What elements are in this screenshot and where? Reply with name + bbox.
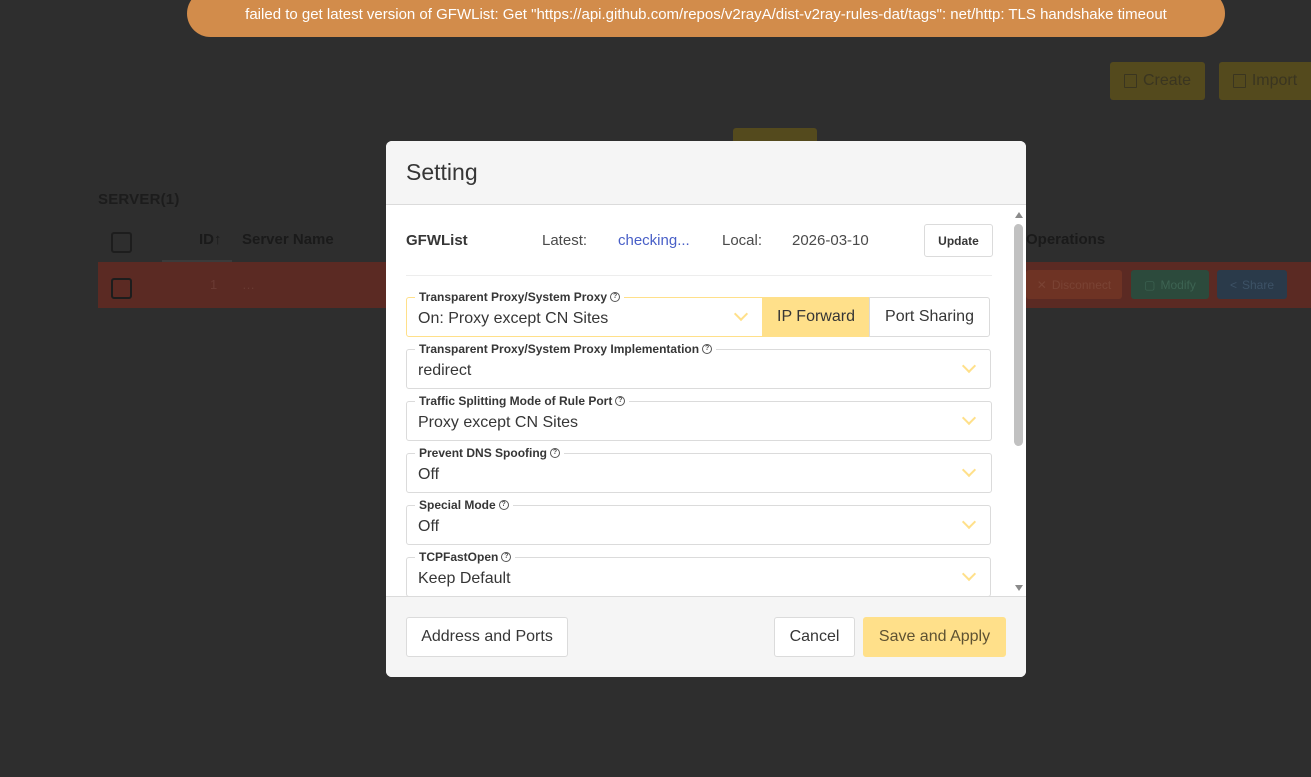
gfwlist-row: GFWList Latest: checking... Local: 2026-… bbox=[406, 224, 993, 258]
modal-scrollbar[interactable] bbox=[1012, 206, 1026, 596]
implementation-label-text: Transparent Proxy/System Proxy Implement… bbox=[419, 342, 700, 356]
modal-header: Setting bbox=[386, 141, 1026, 205]
implementation-field: redirect Transparent Proxy/System Proxy … bbox=[406, 342, 992, 389]
special-mode-label: Special Mode ? bbox=[415, 498, 513, 512]
gfwlist-title: GFWList bbox=[406, 232, 468, 249]
transparent-proxy-label-text: Transparent Proxy/System Proxy bbox=[419, 290, 608, 304]
create-button[interactable]: Create bbox=[1110, 62, 1205, 100]
server-section-title: SERVER(1) bbox=[98, 191, 180, 208]
gfwlist-divider bbox=[406, 275, 992, 276]
tcp-fast-open-field: Keep Default TCPFastOpen ? bbox=[406, 550, 992, 596]
gfwlist-local-value: 2026-03-10 bbox=[792, 232, 869, 249]
import-icon bbox=[1232, 74, 1246, 88]
ip-forward-button[interactable]: IP Forward bbox=[762, 297, 870, 337]
help-icon[interactable]: ? bbox=[610, 292, 621, 302]
sort-arrow-icon: ↑ bbox=[214, 231, 222, 248]
special-mode-field: Off Special Mode ? bbox=[406, 498, 992, 545]
row-server-name: … bbox=[242, 277, 255, 292]
create-icon bbox=[1123, 74, 1137, 88]
modify-icon: ▢ bbox=[1144, 277, 1156, 292]
row-checkbox[interactable] bbox=[111, 278, 132, 299]
modal-footer: Address and Ports Cancel Save and Apply bbox=[386, 596, 1026, 677]
modify-label: Modify bbox=[1160, 277, 1196, 292]
help-icon[interactable]: ? bbox=[498, 500, 509, 510]
share-button[interactable]: < Share bbox=[1217, 270, 1287, 299]
help-icon[interactable]: ? bbox=[550, 448, 561, 458]
splitting-field: Proxy except CN Sites Traffic Splitting … bbox=[406, 394, 992, 441]
chevron-down-icon bbox=[733, 306, 749, 322]
toast-message: failed to get latest version of GFWList:… bbox=[245, 6, 1167, 23]
splitting-label-text: Traffic Splitting Mode of Rule Port bbox=[419, 394, 613, 408]
error-toast: failed to get latest version of GFWList:… bbox=[187, 0, 1225, 37]
share-icon: < bbox=[1229, 277, 1237, 292]
disconnect-button[interactable]: ✕ Disconnect bbox=[1026, 270, 1122, 299]
settings-modal: Setting GFWList Latest: checking... Loca… bbox=[386, 141, 1026, 677]
chevron-down-icon bbox=[961, 410, 977, 426]
row-id: 1 bbox=[210, 277, 218, 292]
column-header-server-name[interactable]: Server Name bbox=[242, 231, 334, 248]
save-and-apply-button[interactable]: Save and Apply bbox=[863, 617, 1006, 657]
create-button-label: Create bbox=[1142, 72, 1192, 89]
implementation-label: Transparent Proxy/System Proxy Implement… bbox=[415, 342, 717, 356]
share-label: Share bbox=[1241, 277, 1275, 292]
dns-spoofing-label: Prevent DNS Spoofing ? bbox=[415, 446, 565, 460]
dns-spoofing-label-text: Prevent DNS Spoofing bbox=[419, 446, 548, 460]
address-ports-button[interactable]: Address and Ports bbox=[406, 617, 568, 657]
disconnect-icon: ✕ bbox=[1036, 277, 1047, 292]
import-button[interactable]: Import bbox=[1219, 62, 1311, 100]
scroll-up-arrow-icon[interactable] bbox=[1015, 212, 1023, 218]
chevron-down-icon bbox=[961, 566, 977, 582]
help-icon[interactable]: ? bbox=[501, 552, 512, 562]
splitting-value: Proxy except CN Sites bbox=[418, 414, 579, 431]
special-mode-value: Off bbox=[418, 518, 440, 535]
dns-spoofing-field: Off Prevent DNS Spoofing ? bbox=[406, 446, 992, 493]
implementation-value: redirect bbox=[418, 362, 472, 379]
tcp-fast-open-label-text: TCPFastOpen bbox=[419, 550, 499, 564]
modal-body[interactable]: GFWList Latest: checking... Local: 2026-… bbox=[386, 206, 1026, 596]
disconnect-label: Disconnect bbox=[1051, 277, 1112, 292]
transparent-proxy-field: On: Proxy except CN Sites IP Forward Por… bbox=[406, 290, 992, 337]
gfwlist-latest-value: checking... bbox=[618, 232, 690, 249]
scroll-thumb[interactable] bbox=[1014, 224, 1023, 446]
column-id-label: ID bbox=[199, 231, 214, 248]
gfwlist-local-label: Local: bbox=[722, 232, 763, 249]
column-header-id[interactable]: ID↑ bbox=[199, 231, 222, 248]
cancel-button[interactable]: Cancel bbox=[774, 617, 855, 657]
port-sharing-button[interactable]: Port Sharing bbox=[869, 297, 990, 337]
gfwlist-update-button[interactable]: Update bbox=[924, 224, 993, 257]
import-button-label: Import bbox=[1251, 72, 1298, 89]
help-icon[interactable]: ? bbox=[615, 396, 626, 406]
modify-button[interactable]: ▢ Modify bbox=[1131, 270, 1209, 299]
splitting-label: Traffic Splitting Mode of Rule Port ? bbox=[415, 394, 630, 408]
chevron-down-icon bbox=[961, 358, 977, 374]
scroll-down-arrow-icon[interactable] bbox=[1015, 585, 1023, 591]
select-all-checkbox[interactable] bbox=[111, 232, 132, 253]
modal-title: Setting bbox=[406, 159, 478, 185]
gfwlist-latest-label: Latest: bbox=[542, 232, 588, 249]
tcp-fast-open-value: Keep Default bbox=[418, 570, 511, 587]
tcp-fast-open-label: TCPFastOpen ? bbox=[415, 550, 516, 564]
special-mode-label-text: Special Mode bbox=[419, 498, 496, 512]
transparent-proxy-value: On: Proxy except CN Sites bbox=[418, 310, 609, 327]
chevron-down-icon bbox=[961, 514, 977, 530]
help-icon[interactable]: ? bbox=[702, 344, 713, 354]
column-header-operations: Operations bbox=[1026, 231, 1106, 248]
transparent-proxy-label: Transparent Proxy/System Proxy ? bbox=[415, 290, 625, 304]
chevron-down-icon bbox=[961, 462, 977, 478]
dns-spoofing-value: Off bbox=[418, 466, 440, 483]
